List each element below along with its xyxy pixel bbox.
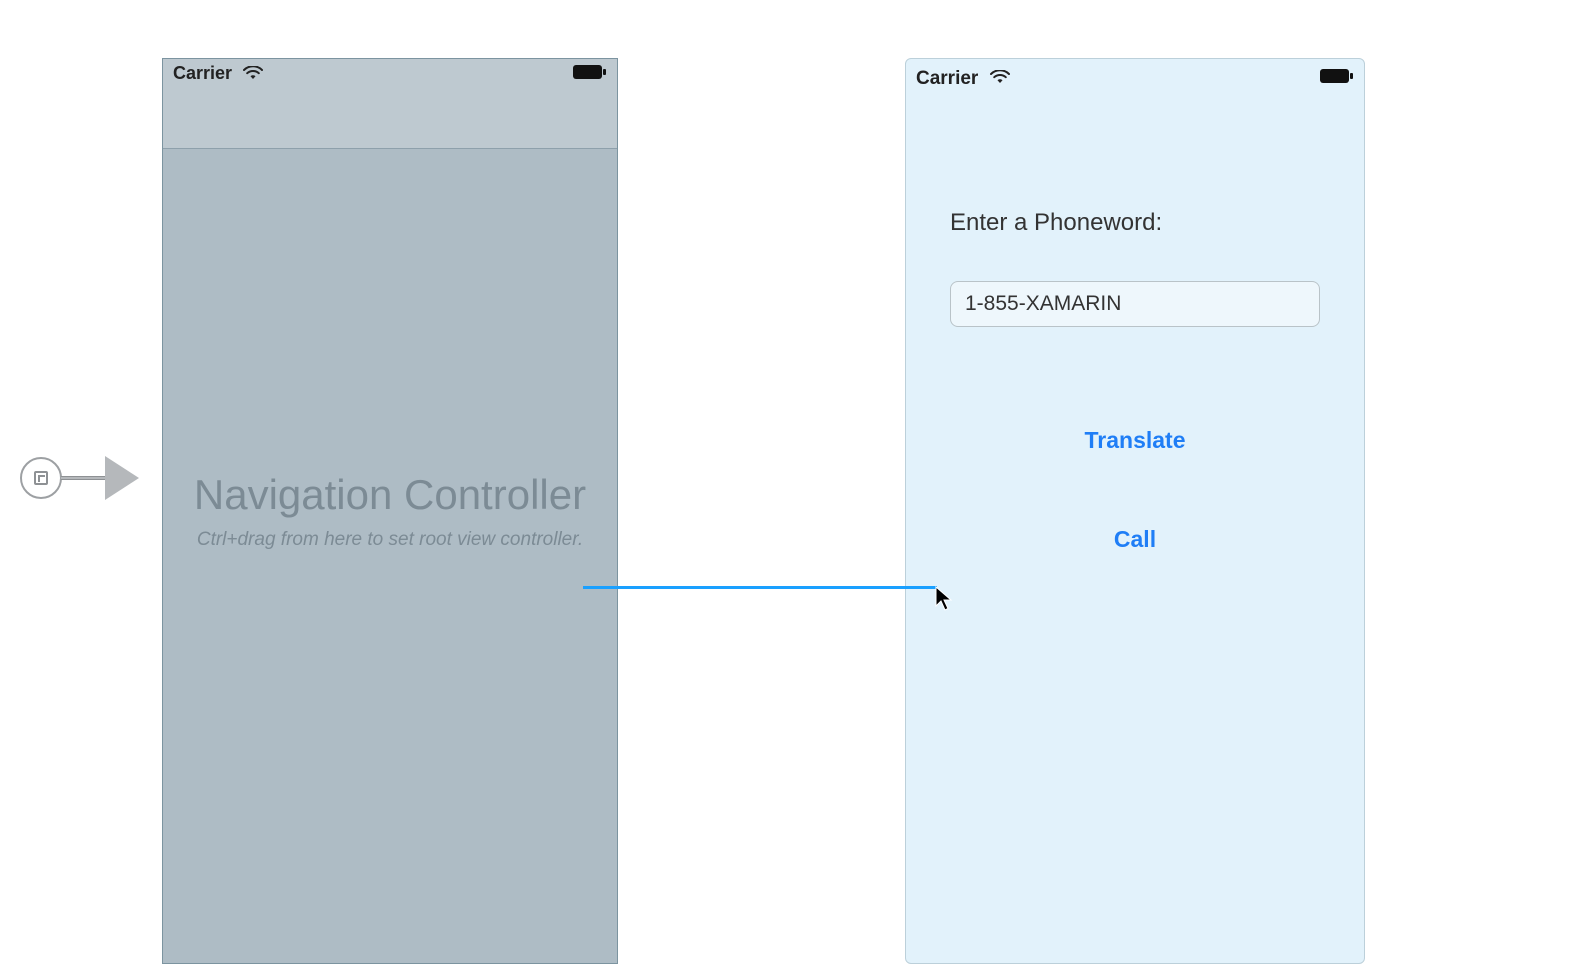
carrier-text: Carrier xyxy=(173,63,232,83)
wifi-icon xyxy=(243,64,263,85)
entry-point-arrow-shaft xyxy=(61,476,107,480)
translate-button[interactable]: Translate xyxy=(950,427,1320,454)
navigation-bar xyxy=(163,89,617,149)
phoneword-view-controller-scene[interactable]: Carrier Enter a Phoneword: Translate Cal… xyxy=(905,58,1365,964)
carrier-text: Carrier xyxy=(916,68,978,89)
call-button[interactable]: Call xyxy=(950,526,1320,553)
wifi-icon xyxy=(990,68,1010,90)
entry-point-indicator-icon xyxy=(20,457,62,499)
status-bar: Carrier xyxy=(906,59,1364,99)
phoneword-input[interactable] xyxy=(950,281,1320,327)
battery-icon xyxy=(573,64,607,85)
navigation-controller-scene[interactable]: Carrier Navigation Controller Ctrl+drag … xyxy=(162,58,618,964)
entry-point-arrow-head-icon xyxy=(105,456,139,500)
carrier-label: Carrier xyxy=(916,68,1010,90)
segue-drag-line xyxy=(583,586,937,589)
status-bar: Carrier xyxy=(163,59,617,89)
battery-icon xyxy=(1320,68,1354,90)
nav-controller-hint: Ctrl+drag from here to set root view con… xyxy=(197,529,583,551)
phoneword-prompt-label: Enter a Phoneword: xyxy=(950,209,1320,237)
carrier-label: Carrier xyxy=(173,63,263,85)
nav-controller-title: Navigation Controller xyxy=(194,471,586,519)
storyboard-entry-point[interactable] xyxy=(20,456,139,500)
mouse-cursor-icon xyxy=(935,586,955,617)
